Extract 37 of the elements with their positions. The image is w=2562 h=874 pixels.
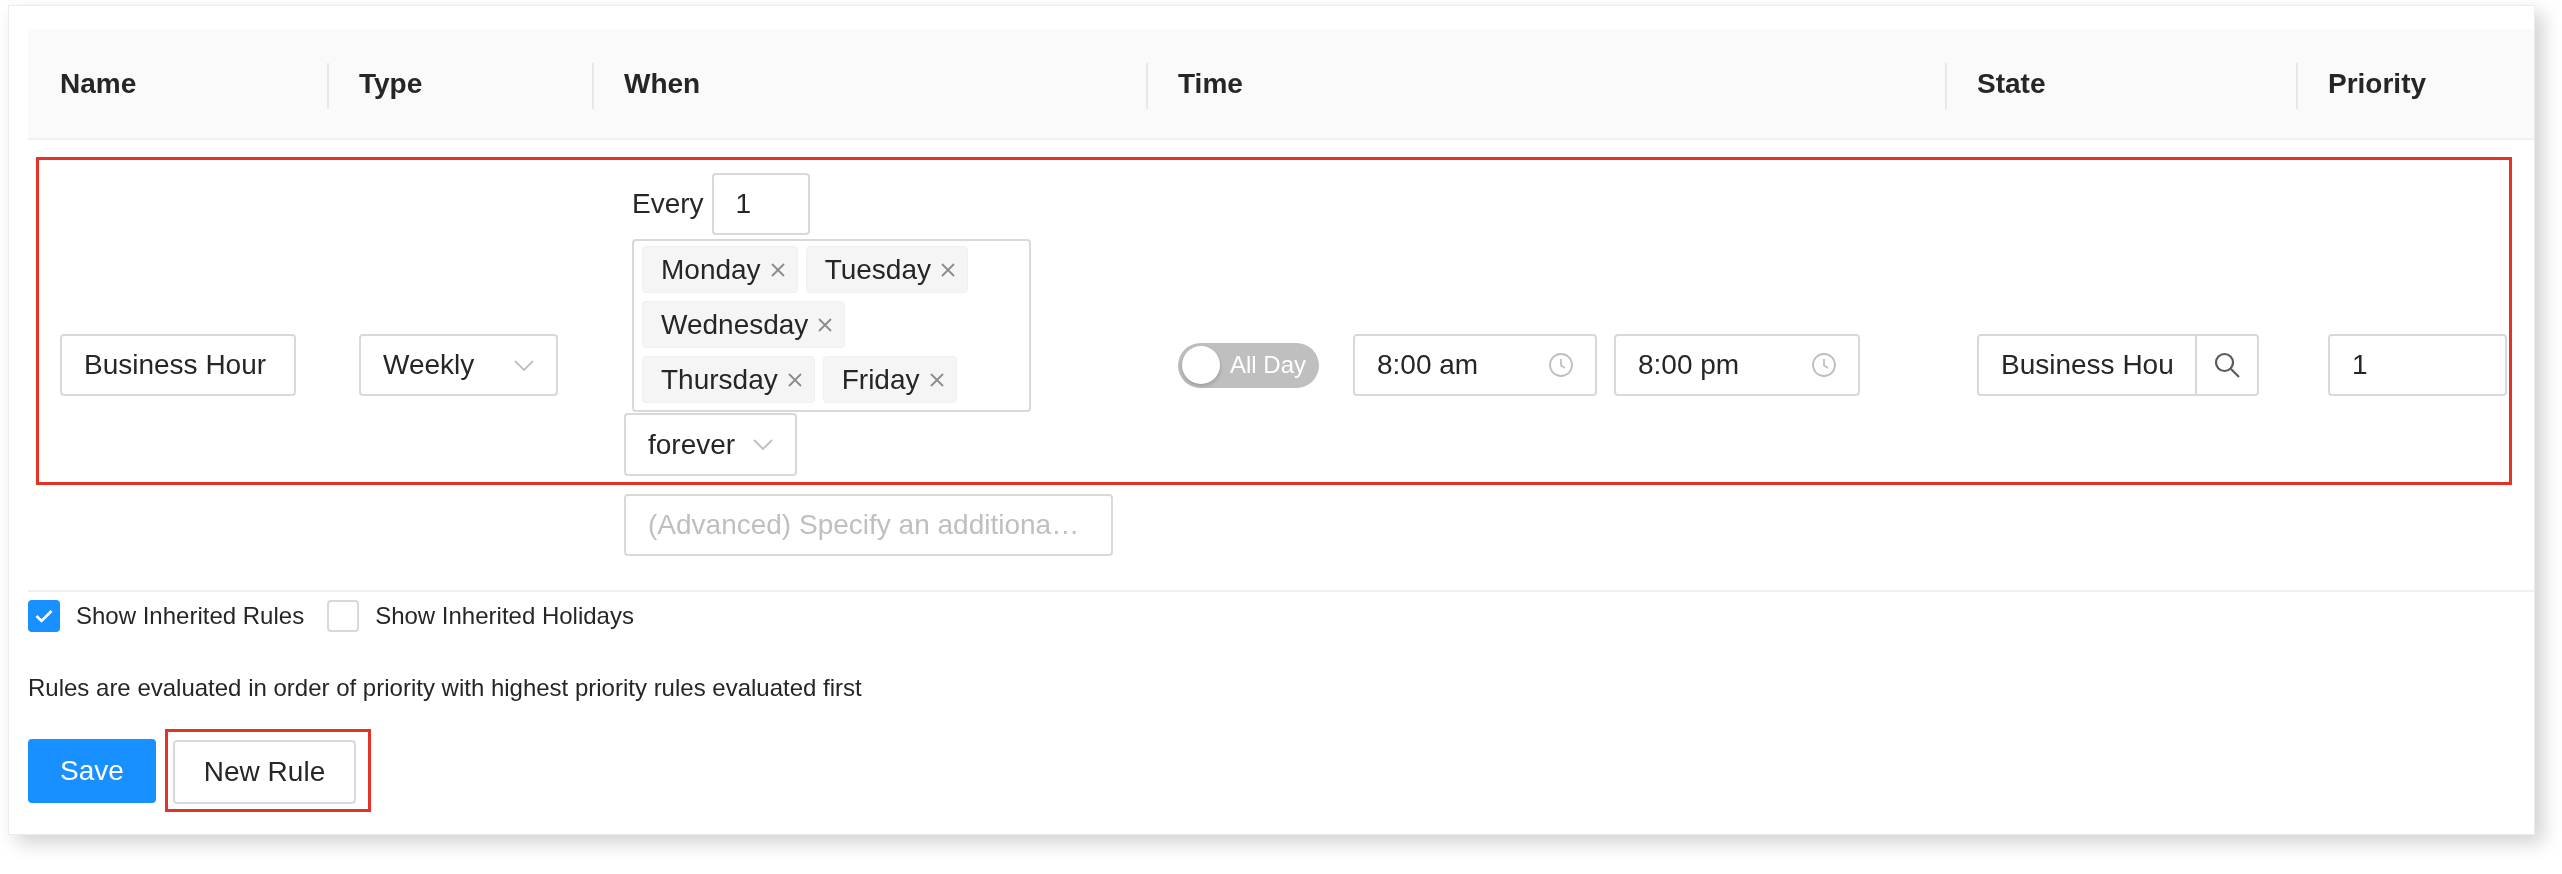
close-icon[interactable]	[818, 317, 833, 332]
name-input[interactable]: Business Hour	[60, 334, 296, 396]
search-button[interactable]	[2197, 334, 2259, 396]
checkbox-label[interactable]: Show Inherited Rules	[76, 602, 305, 630]
column-header: Name	[60, 67, 137, 100]
start-time-input[interactable]: 8:00 am	[1353, 334, 1597, 396]
day-tag: Wednesday	[642, 301, 846, 348]
column-header: Time	[1178, 67, 1243, 100]
close-icon[interactable]	[787, 372, 802, 387]
interval-input[interactable]: 1	[711, 173, 810, 235]
every-label: Every	[632, 188, 704, 220]
clock-icon	[1549, 353, 1573, 377]
day-tag: Friday	[822, 356, 957, 403]
day-tag: Thursday	[642, 356, 815, 403]
day-tag: Monday	[642, 246, 798, 293]
chevron-down-icon	[514, 359, 534, 371]
checkmark-icon	[35, 609, 53, 623]
day-tag: Tuesday	[805, 246, 968, 293]
priority-input[interactable]: 1	[2328, 334, 2507, 396]
close-icon[interactable]	[929, 372, 944, 387]
column-header: State	[1977, 67, 2046, 100]
checkbox[interactable]	[28, 600, 60, 632]
search-icon	[2214, 352, 2240, 378]
new-rule-button[interactable]: New Rule	[172, 740, 357, 804]
help-text: Rules are evaluated in order of priority with highest priority rules evaluated first	[28, 673, 863, 703]
state-input[interactable]: Business Hou	[1977, 334, 2197, 396]
column-header: Priority	[2328, 67, 2427, 100]
type-select[interactable]: Weekly	[359, 334, 558, 396]
duration-select[interactable]: forever	[624, 413, 797, 476]
clock-icon	[1812, 353, 1836, 377]
end-time-input[interactable]: 8:00 pm	[1614, 334, 1860, 396]
checkbox-label[interactable]: Show Inherited Holidays	[375, 602, 634, 630]
column-header: Type	[359, 67, 423, 100]
close-icon[interactable]	[941, 262, 955, 277]
column-header: When	[624, 67, 701, 100]
close-icon[interactable]	[770, 262, 785, 277]
chevron-down-icon	[753, 439, 773, 450]
